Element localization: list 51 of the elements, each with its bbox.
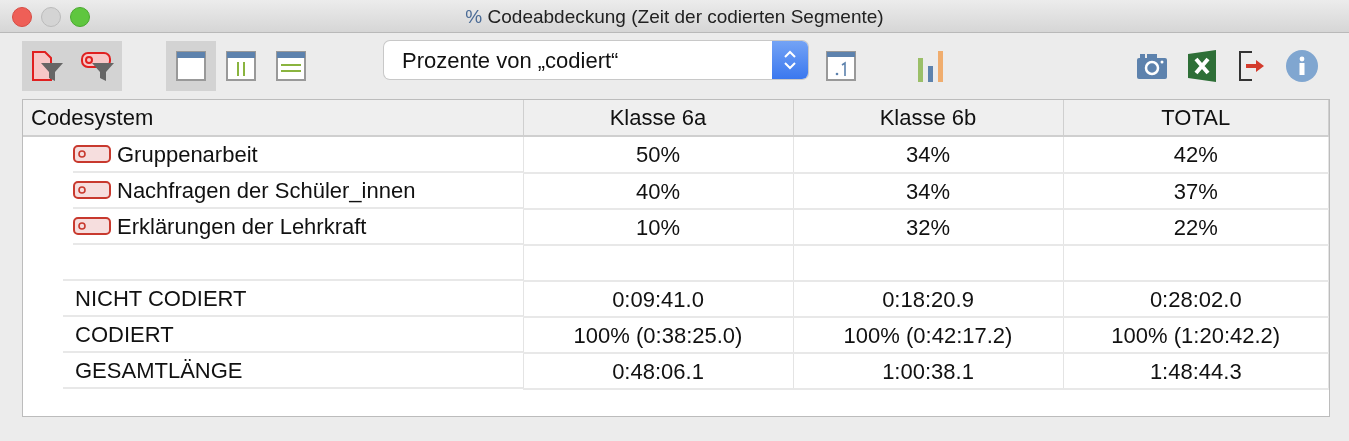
camera-icon bbox=[1136, 52, 1168, 80]
zoom-button[interactable] bbox=[70, 7, 90, 27]
code-filter-icon bbox=[78, 49, 116, 83]
document-filter-button[interactable] bbox=[22, 41, 72, 91]
rows-table-icon bbox=[276, 51, 306, 81]
info-icon bbox=[1286, 50, 1318, 82]
document-filter-icon bbox=[29, 49, 65, 83]
table-cell: 0:09:41.0 bbox=[523, 281, 793, 317]
column-header[interactable]: TOTAL bbox=[1063, 100, 1329, 136]
percent-dropdown[interactable]: Prozente von „codiert“ bbox=[384, 41, 808, 79]
row-label: NICHT CODIERT bbox=[75, 284, 247, 313]
table-cell: 34% bbox=[793, 136, 1063, 173]
decimal-table-icon bbox=[826, 51, 856, 81]
table-cell: 0:18:20.9 bbox=[793, 281, 1063, 317]
close-button[interactable] bbox=[12, 7, 32, 27]
table-cell: 0:28:02.0 bbox=[1063, 281, 1329, 317]
code-tag-icon bbox=[73, 180, 111, 200]
table-cell: 37% bbox=[1063, 173, 1329, 209]
spreadsheet-icon bbox=[1187, 50, 1217, 82]
table-cell: 1:48:44.3 bbox=[1063, 353, 1329, 389]
export-icon bbox=[1238, 50, 1266, 82]
table-cell: 32% bbox=[793, 209, 1063, 245]
code-label: Gruppenarbeit bbox=[117, 140, 258, 169]
code-tag-icon bbox=[73, 216, 111, 236]
table-cell: 100% (0:38:25.0) bbox=[523, 317, 793, 353]
table-cell: 42% bbox=[1063, 136, 1329, 173]
table-cell: 100% (0:42:17.2) bbox=[793, 317, 1063, 353]
table-cell: 40% bbox=[523, 173, 793, 209]
code-label: Nachfragen der Schüler_innen bbox=[117, 176, 416, 205]
table-cell: 22% bbox=[1063, 209, 1329, 245]
columns-table-icon bbox=[226, 51, 256, 81]
full-table-icon bbox=[176, 51, 206, 81]
percent-icon: % bbox=[465, 6, 483, 27]
code-tag-icon bbox=[73, 144, 111, 164]
code-label: Erklärungen der Lehrkraft bbox=[117, 212, 367, 241]
row-label: CODIERT bbox=[75, 320, 174, 349]
table-cell: 10% bbox=[523, 209, 793, 245]
table-cell: 34% bbox=[793, 173, 1063, 209]
table-cell: 100% (1:20:42.2) bbox=[1063, 317, 1329, 353]
bar-chart-icon bbox=[917, 50, 945, 82]
column-header[interactable]: Klasse 6a bbox=[523, 100, 793, 136]
full-table-button[interactable] bbox=[166, 41, 216, 91]
window-title: Codeabdeckung (Zeit der codierten Segmente) bbox=[487, 6, 884, 27]
table-cell: 0:48:06.1 bbox=[523, 353, 793, 389]
column-header[interactable]: Klasse 6b bbox=[793, 100, 1063, 136]
table-cell: 1:00:38.1 bbox=[793, 353, 1063, 389]
code-filter-button[interactable] bbox=[72, 41, 122, 91]
column-header[interactable]: Codesystem bbox=[23, 100, 523, 136]
stepper-icon bbox=[783, 48, 797, 72]
row-label: GESAMTLÄNGE bbox=[75, 356, 243, 385]
table-cell: 50% bbox=[523, 136, 793, 173]
